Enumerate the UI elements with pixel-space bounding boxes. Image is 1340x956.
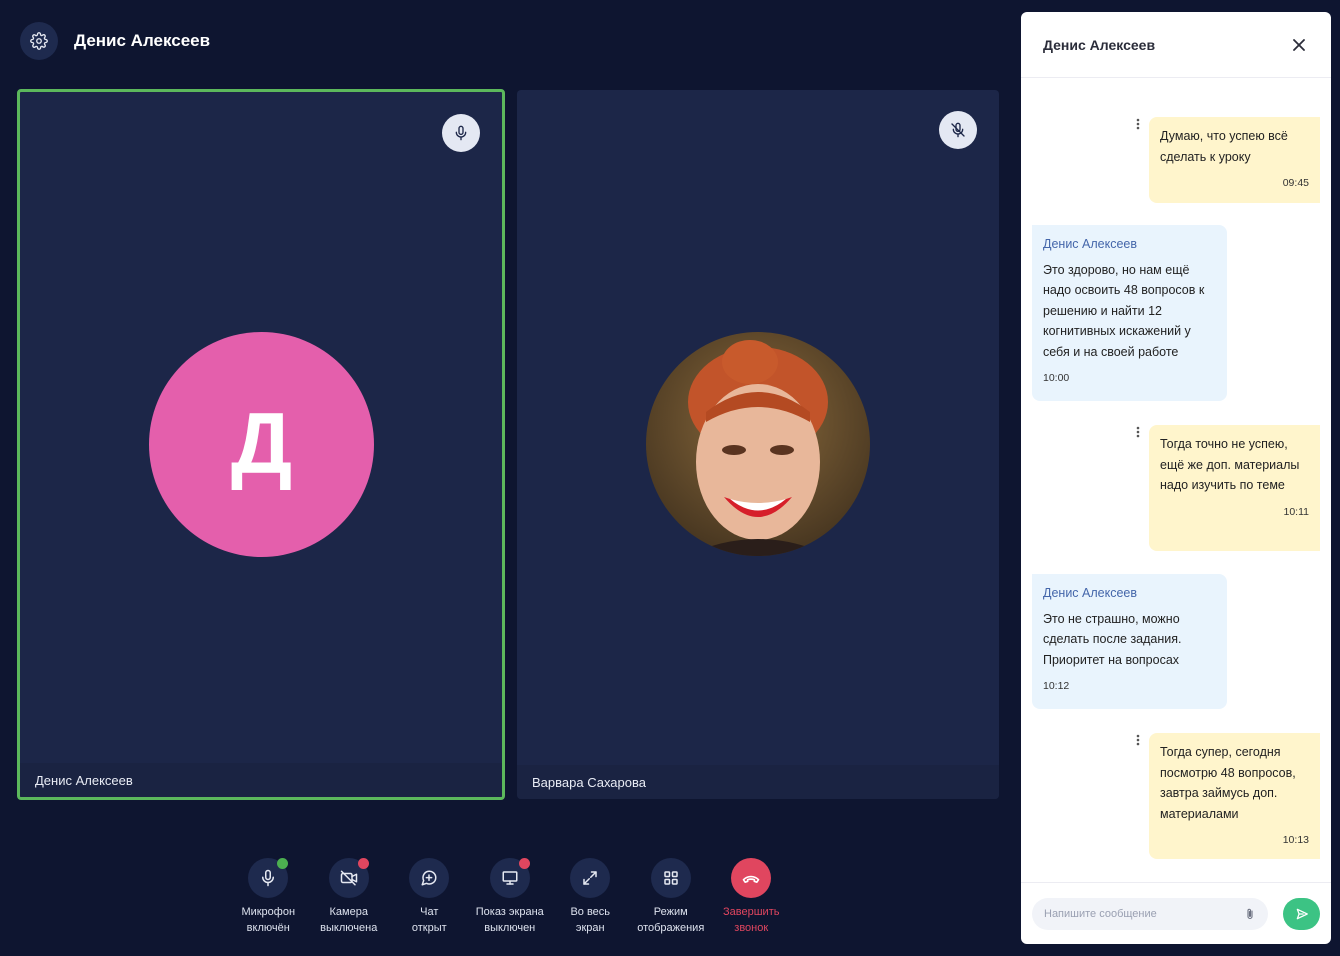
mic-icon bbox=[262, 869, 275, 887]
screen-share-button[interactable] bbox=[489, 858, 530, 898]
control-label: Показ экрана выключен bbox=[475, 906, 544, 934]
control-label: Во весь экран bbox=[570, 906, 611, 934]
chat-toggle-control[interactable]: Чат открыт bbox=[389, 858, 470, 936]
phone-hangup-icon bbox=[742, 875, 760, 883]
message-menu-icon[interactable] bbox=[1136, 734, 1140, 746]
page-title: Денис Алексеев bbox=[74, 31, 211, 50]
end-call-control[interactable]: Завершить звонок bbox=[711, 858, 792, 936]
chat-toggle-button[interactable] bbox=[409, 858, 450, 898]
message-time: 10:11 bbox=[1283, 505, 1310, 518]
screen-share-icon bbox=[502, 871, 518, 885]
camera-toggle-button[interactable] bbox=[328, 858, 369, 898]
send-icon bbox=[1296, 908, 1308, 919]
participant-name: Денис Алексеев bbox=[20, 763, 502, 797]
message-incoming: Денис Алексеев Это здорово, но нам ещё н… bbox=[1032, 225, 1227, 401]
chat-header: Денис Алексеев bbox=[1021, 12, 1331, 78]
control-label: Камера выключена bbox=[320, 906, 378, 934]
message-input[interactable] bbox=[1044, 907, 1224, 920]
chat-plus-icon bbox=[421, 870, 437, 886]
message-input-wrapper bbox=[1032, 897, 1268, 930]
close-chat-button[interactable] bbox=[1289, 35, 1309, 55]
fullscreen-button[interactable] bbox=[570, 858, 611, 898]
camera-off-icon bbox=[340, 870, 357, 886]
call-controls: Микрофон включён Камера выключена Чат откры… bbox=[228, 858, 792, 936]
control-label: Режим отображения bbox=[637, 906, 705, 934]
gear-icon bbox=[30, 32, 48, 50]
top-bar: Денис Алексеев bbox=[20, 22, 210, 60]
message-menu-icon[interactable] bbox=[1136, 118, 1140, 130]
status-dot bbox=[357, 858, 369, 869]
fullscreen-control[interactable]: Во весь экран bbox=[550, 858, 631, 936]
message-text: Думаю, что успею всё сделать к уроку bbox=[1160, 129, 1288, 164]
chat-composer bbox=[1021, 882, 1331, 944]
message-sender: Денис Алексеев bbox=[1043, 237, 1138, 251]
participant-mic-button[interactable] bbox=[442, 114, 480, 152]
view-mode-control[interactable]: Режим отображения bbox=[631, 858, 712, 936]
chat-panel: Денис Алексеев Думаю, что успею всё сдел… bbox=[1021, 12, 1331, 944]
status-dot bbox=[518, 858, 530, 869]
mic-toggle-control[interactable]: Микрофон включён bbox=[228, 858, 309, 936]
avatar: Д bbox=[149, 332, 374, 557]
control-label: Микрофон включён bbox=[241, 906, 296, 934]
message-time: 10:12 bbox=[1043, 680, 1070, 692]
control-label: Чат открыт bbox=[411, 906, 447, 934]
view-mode-button[interactable] bbox=[650, 858, 691, 898]
screen-share-control[interactable]: Показ экрана выключен bbox=[470, 858, 551, 936]
close-icon bbox=[1293, 38, 1305, 51]
message-menu-icon[interactable] bbox=[1136, 426, 1140, 438]
message-time: 09:45 bbox=[1282, 177, 1309, 189]
message-text: Тогда точно не успею, ещё же доп. матери… bbox=[1160, 437, 1300, 492]
end-call-button[interactable] bbox=[731, 858, 772, 898]
control-label: Завершить звонок bbox=[723, 906, 780, 934]
fullscreen-icon bbox=[583, 871, 597, 885]
message-incoming: Денис Алексеев Это не страшно, можно сде… bbox=[1032, 574, 1227, 709]
mic-toggle-button[interactable] bbox=[248, 858, 289, 898]
message-text: Тогда супер, сегодня посмотрю 48 вопросо… bbox=[1160, 745, 1296, 821]
grid-icon bbox=[664, 871, 678, 885]
message-outgoing: Тогда точно не успею, ещё же доп. матери… bbox=[1149, 425, 1320, 551]
status-dot bbox=[277, 858, 289, 869]
participant-tile-varvara[interactable]: Варвара Сахарова bbox=[517, 90, 999, 799]
chat-title: Денис Алексеев bbox=[1043, 36, 1156, 53]
avatar-photo bbox=[646, 332, 870, 556]
participant-name: Варвара Сахарова bbox=[517, 765, 999, 799]
message-time: 10:00 bbox=[1043, 372, 1070, 384]
message-list: Думаю, что успею всё сделать к уроку 09:… bbox=[1021, 79, 1331, 882]
message-time: 10:13 bbox=[1282, 834, 1309, 846]
send-button[interactable] bbox=[1283, 897, 1320, 930]
camera-toggle-control[interactable]: Камера выключена bbox=[309, 858, 390, 936]
message-text: Это не страшно, можно сделать после зада… bbox=[1043, 611, 1182, 667]
message-text: Это здорово, но нам ещё надо освоить 48 … bbox=[1043, 262, 1205, 359]
settings-button[interactable] bbox=[20, 22, 58, 60]
mic-icon bbox=[455, 125, 467, 141]
message-sender: Денис Алексеев bbox=[1043, 586, 1138, 600]
participant-mic-button[interactable] bbox=[939, 111, 977, 149]
message-outgoing: Тогда супер, сегодня посмотрю 48 вопросо… bbox=[1149, 733, 1320, 859]
mic-off-icon bbox=[951, 122, 965, 138]
message-outgoing: Думаю, что успею всё сделать к уроку 09:… bbox=[1149, 117, 1320, 203]
participant-tile-denis[interactable]: Д Денис Алексеев bbox=[17, 89, 505, 800]
attach-icon[interactable] bbox=[1244, 907, 1256, 921]
